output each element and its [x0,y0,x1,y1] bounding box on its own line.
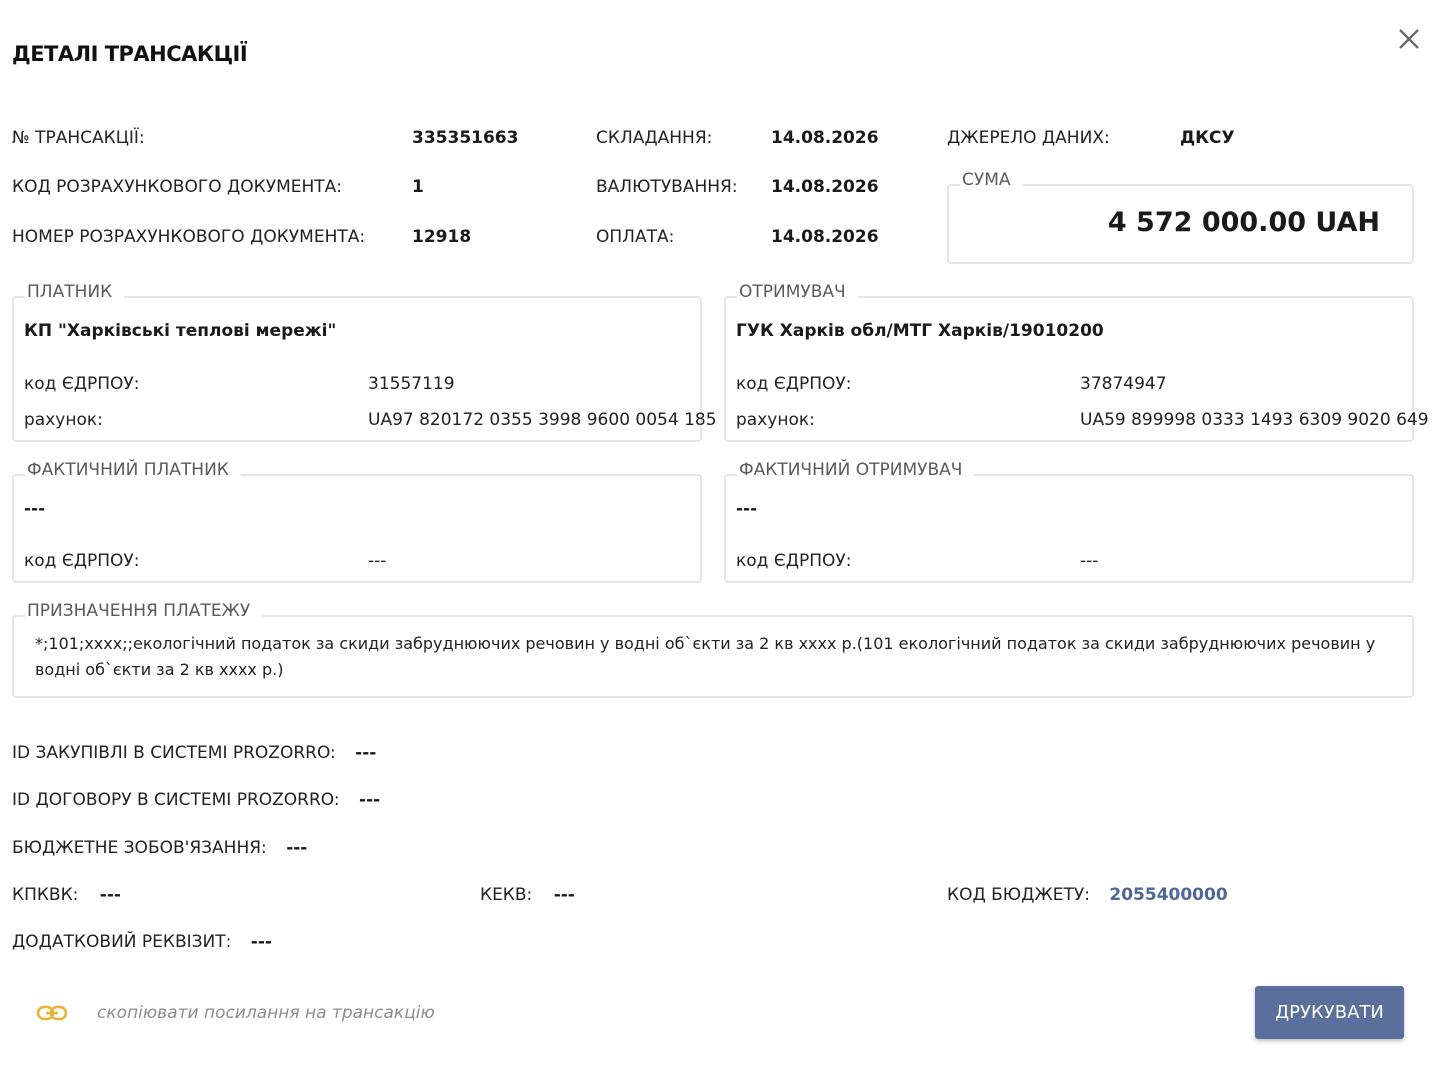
kekv-value: --- [553,885,575,905]
actual-payer-name: --- [24,499,46,519]
budget-code-row: КОД БЮДЖЕТУ: 2055400000 [947,885,1228,905]
copy-link-text: скопіювати посилання на трансакцію [97,1003,435,1023]
kpkvk-value: --- [99,885,121,905]
compiled-label: СКЛАДАННЯ: [596,128,713,148]
doc-code-label: КОД РОЗРАХУНКОВОГО ДОКУМЕНТА: [12,177,343,197]
payer-edrpou-value: 31557119 [368,374,455,394]
receiver-account-label: рахунок: [736,410,815,430]
prozorro-contract-value: --- [359,790,381,810]
transaction-no-value: 335351663 [412,128,519,148]
actual-payer-legend: ФАКТИЧНИЙ ПЛАТНИК [25,460,241,480]
valuation-value: 14.08.2026 [771,177,879,197]
copy-link-button[interactable]: скопіювати посилання на трансакцію [36,998,435,1028]
payer-name: КП "Харківські теплові мережі" [24,321,337,341]
budget-obligation-row: БЮДЖЕТНЕ ЗОБОВ'ЯЗАННЯ: --- [12,838,307,858]
purpose-text: *;101;xxxx;;екологічний податок за скиди… [35,634,1376,679]
receiver-edrpou-value: 37874947 [1080,374,1167,394]
actual-receiver-name: --- [736,499,758,519]
source-label: ДЖЕРЕЛО ДАНИХ: [947,128,1110,148]
link-icon [36,1005,68,1021]
prozorro-purchase-value: --- [355,743,377,763]
payer-account-label: рахунок: [24,410,103,430]
payment-date-value: 14.08.2026 [771,227,879,247]
kpkvk-row: КПКВК: --- [12,885,121,905]
budget-code-label: КОД БЮДЖЕТУ: [947,885,1090,905]
additional-row: ДОДАТКОВИЙ РЕКВІЗИТ: --- [12,932,272,952]
kpkvk-label: КПКВК: [12,885,79,905]
compiled-value: 14.08.2026 [771,128,879,148]
receiver-account-value: UA59 899998 0333 1493 6309 9020 649 [1080,410,1429,430]
payer-account-value: UA97 820172 0355 3998 9600 0054 185 [368,410,717,430]
doc-number-label: НОМЕР РОЗРАХУНКОВОГО ДОКУМЕНТА: [12,227,366,247]
valuation-label: ВАЛЮТУВАННЯ: [596,177,738,197]
budget-obligation-value: --- [286,838,308,858]
prozorro-contract-label: ID ДОГОВОРУ В СИСТЕМІ PROZORRO: [12,790,340,810]
purpose-legend: ПРИЗНАЧЕННЯ ПЛАТЕЖУ [25,601,263,621]
source-value: ДКСУ [1180,128,1235,148]
actual-payer-edrpou-label: код ЄДРПОУ: [24,551,140,571]
transaction-no-label: № ТРАНСАКЦІЇ: [12,128,145,148]
kekv-row: КЕКВ: --- [480,885,575,905]
payment-date-label: ОПЛАТА: [596,227,675,247]
actual-payer-edrpou-value: --- [368,551,387,571]
budget-obligation-label: БЮДЖЕТНЕ ЗОБОВ'ЯЗАННЯ: [12,838,267,858]
receiver-edrpou-label: код ЄДРПОУ: [736,374,852,394]
close-icon[interactable] [1396,26,1422,52]
doc-code-value: 1 [412,177,424,197]
receiver-legend: ОТРИМУВАЧ [737,282,858,302]
additional-label: ДОДАТКОВИЙ РЕКВІЗИТ: [12,932,232,952]
payer-legend: ПЛАТНИК [25,282,125,302]
receiver-name: ГУК Харків обл/МТГ Харків/19010200 [736,321,1104,341]
doc-number-value: 12918 [412,227,472,247]
sum-label: СУМА [960,170,1023,190]
print-button[interactable]: ДРУКУВАТИ [1255,986,1404,1039]
kekv-label: КЕКВ: [480,885,533,905]
additional-value: --- [250,932,272,952]
budget-code-link[interactable]: 2055400000 [1109,885,1227,905]
dialog-title: ДЕТАЛІ ТРАНСАКЦІЇ [12,42,248,66]
prozorro-contract-row: ID ДОГОВОРУ В СИСТЕМІ PROZORRO: --- [12,790,380,810]
actual-receiver-legend: ФАКТИЧНИЙ ОТРИМУВАЧ [737,460,975,480]
prozorro-purchase-label: ID ЗАКУПІВЛІ В СИСТЕМІ PROZORRO: [12,743,336,763]
sum-value: 4 572 000.00 UAH [1107,207,1380,238]
payer-edrpou-label: код ЄДРПОУ: [24,374,140,394]
actual-receiver-edrpou-value: --- [1080,551,1099,571]
prozorro-purchase-row: ID ЗАКУПІВЛІ В СИСТЕМІ PROZORRO: --- [12,743,376,763]
actual-receiver-edrpou-label: код ЄДРПОУ: [736,551,852,571]
